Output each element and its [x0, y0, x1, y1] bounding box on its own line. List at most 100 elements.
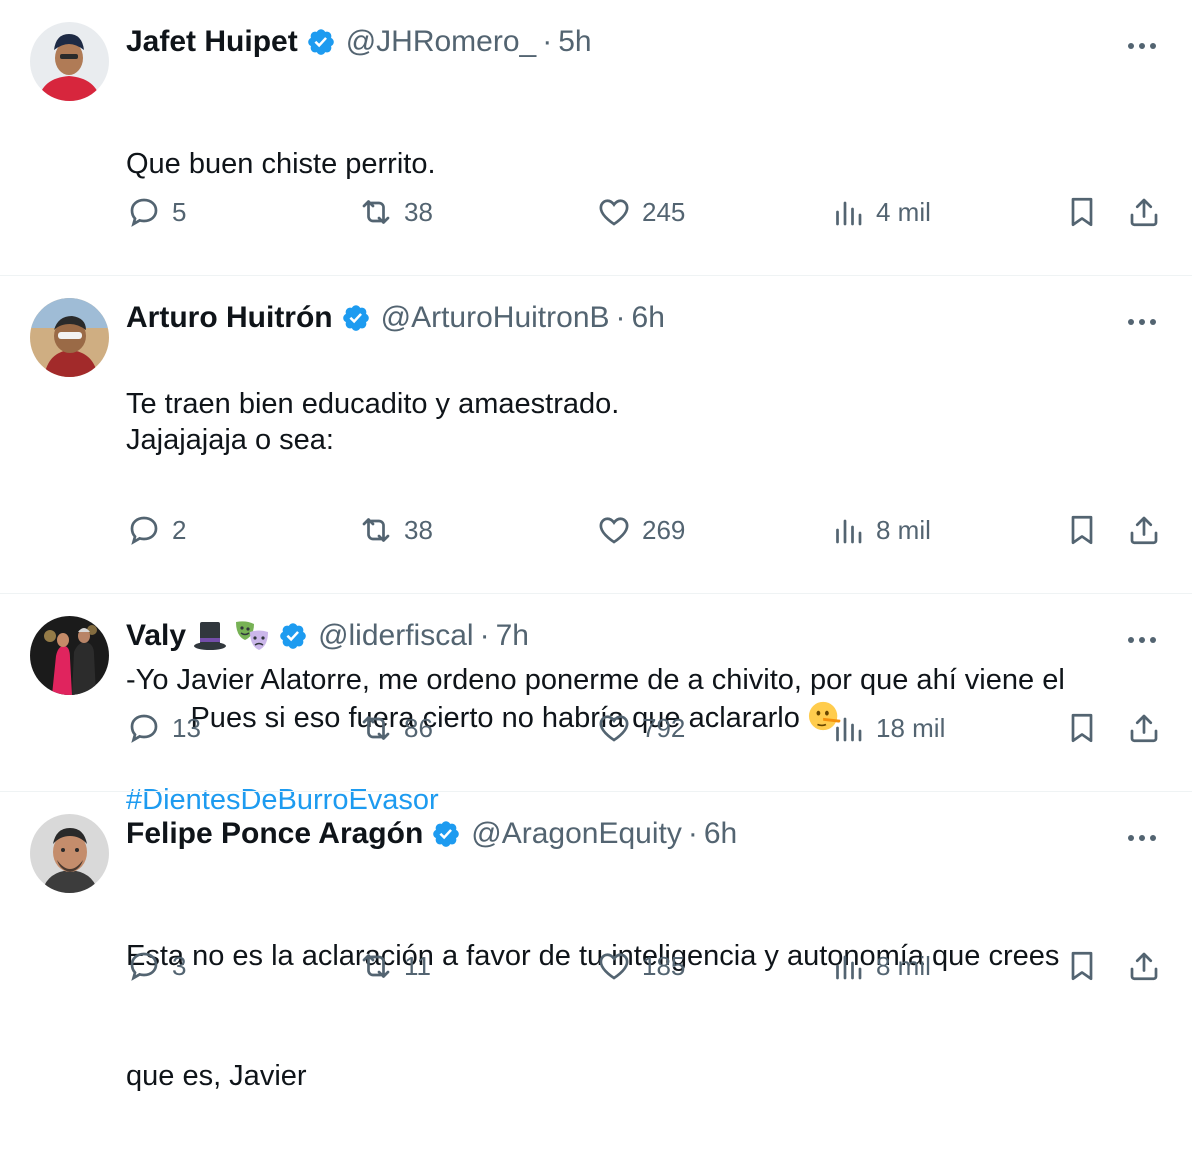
like-icon	[599, 517, 629, 544]
tweet-actions: 3 11 185 8 mil	[126, 946, 1162, 986]
reply-count: 2	[172, 514, 187, 545]
share-button[interactable]	[1126, 710, 1162, 746]
verified-badge-icon	[307, 29, 334, 55]
views-button[interactable]: 8 mil	[830, 512, 931, 548]
views-count: 8 mil	[876, 514, 931, 545]
like-icon	[599, 953, 629, 980]
bookmark-button[interactable]	[1064, 710, 1100, 746]
bookmark-icon	[1071, 951, 1093, 981]
like-icon	[599, 715, 629, 742]
repost-icon	[362, 200, 390, 224]
verified-badge-icon	[433, 821, 460, 847]
author-handle[interactable]: @AragonEquity	[471, 812, 682, 856]
tweet-header: Jafet Huipet @JHRomero_ · 5h	[126, 20, 1162, 64]
separator-dot: ·	[687, 817, 698, 850]
bookmark-button[interactable]	[1064, 512, 1100, 548]
views-count: 4 mil	[876, 196, 931, 227]
views-button[interactable]: 18 mil	[830, 710, 945, 746]
avatar[interactable]	[30, 616, 109, 695]
text-line: Jajajajaja o sea:	[126, 424, 334, 456]
share-icon	[1130, 952, 1158, 981]
reply-button[interactable]: 13	[126, 710, 201, 746]
tweet-header: Felipe Ponce Aragón @AragonEquity · 6h	[126, 812, 1162, 856]
like-count: 245	[642, 196, 686, 227]
reply-feed: Jafet Huipet @JHRomero_ · 5h Que buen ch…	[0, 0, 1192, 1092]
separator-dot: ·	[615, 301, 626, 334]
views-icon	[836, 519, 862, 544]
share-icon	[1130, 516, 1158, 545]
top-hat-emoji	[194, 622, 227, 650]
share-button[interactable]	[1126, 512, 1162, 548]
more-options-icon[interactable]	[1124, 312, 1160, 332]
repost-button[interactable]: 38	[358, 194, 433, 230]
views-button[interactable]: 8 mil	[830, 948, 931, 984]
tweet-header: Arturo Huitrón @ArturoHuitronB · 6h	[126, 296, 1162, 340]
author-name[interactable]: Valy	[126, 614, 186, 658]
bookmark-button[interactable]	[1064, 194, 1100, 230]
tweet-actions: 5 38 245 4 mil	[126, 192, 1162, 232]
reply-button[interactable]: 5	[126, 194, 186, 230]
like-button[interactable]: 245	[596, 194, 685, 230]
repost-button[interactable]: 86	[358, 710, 433, 746]
tweet[interactable]: Felipe Ponce Aragón @AragonEquity · 6h E…	[0, 792, 1192, 1092]
like-button[interactable]: 792	[596, 710, 685, 746]
verified-badge-icon	[280, 623, 306, 649]
tweet[interactable]: Arturo Huitrón @ArturoHuitronB · 6h Jaja…	[0, 276, 1192, 816]
bookmark-button[interactable]	[1064, 948, 1100, 984]
like-button[interactable]: 185	[596, 948, 685, 984]
timestamp[interactable]: 5h	[558, 20, 591, 64]
more-options-icon[interactable]	[1124, 828, 1160, 848]
author-handle[interactable]: @JHRomero_	[346, 20, 537, 64]
views-count: 18 mil	[876, 712, 946, 743]
reply-icon	[130, 516, 158, 545]
share-button[interactable]	[1126, 948, 1162, 984]
like-count: 185	[642, 950, 686, 981]
separator-dot: ·	[542, 25, 553, 58]
verified-badge-icon	[342, 305, 369, 331]
repost-icon	[362, 954, 390, 978]
views-icon	[836, 717, 862, 742]
repost-icon	[362, 716, 390, 740]
like-count: 792	[642, 712, 686, 743]
timestamp[interactable]: 6h	[632, 296, 665, 340]
repost-count: 86	[404, 712, 433, 743]
share-icon	[1130, 198, 1158, 227]
performing-arts-emoji	[236, 621, 269, 650]
reply-button[interactable]: 2	[126, 512, 186, 548]
repost-button[interactable]: 38	[358, 512, 433, 548]
views-count: 8 mil	[876, 950, 931, 981]
repost-count: 38	[404, 196, 433, 227]
tweet[interactable]: Jafet Huipet @JHRomero_ · 5h Que buen ch…	[0, 0, 1192, 420]
timestamp[interactable]: 7h	[496, 614, 529, 658]
reply-button[interactable]: 3	[126, 948, 186, 984]
repost-icon	[362, 518, 390, 542]
author-name[interactable]: Jafet Huipet	[126, 20, 298, 64]
views-icon	[836, 955, 862, 980]
bookmark-icon	[1071, 515, 1093, 545]
author-name[interactable]: Felipe Ponce Aragón	[126, 812, 423, 856]
tweet-actions: 13 86 792 18 mil	[126, 708, 1162, 748]
share-button[interactable]	[1126, 194, 1162, 230]
repost-count: 38	[404, 514, 433, 545]
tweet[interactable]: Valy @liderfiscal · 7h Pues si eso fuera…	[0, 594, 1192, 792]
reply-count: 5	[172, 196, 187, 227]
avatar[interactable]	[30, 814, 109, 893]
avatar[interactable]	[30, 298, 109, 377]
author-name[interactable]: Arturo Huitrón	[126, 296, 333, 340]
like-count: 269	[642, 514, 686, 545]
text-line: Que buen chiste perrito.	[126, 148, 436, 180]
reply-icon	[130, 952, 158, 981]
separator-dot: ·	[479, 619, 490, 652]
repost-count: 11	[404, 950, 431, 981]
reply-count: 13	[172, 712, 201, 743]
author-handle[interactable]: @ArturoHuitronB	[381, 296, 610, 340]
author-handle[interactable]: @liderfiscal	[318, 614, 474, 658]
more-options-icon[interactable]	[1124, 630, 1160, 650]
more-options-icon[interactable]	[1124, 36, 1160, 56]
views-button[interactable]: 4 mil	[830, 194, 931, 230]
repost-button[interactable]: 11	[358, 948, 431, 984]
timestamp[interactable]: 6h	[704, 812, 737, 856]
tweet-text: Esta no es la aclaración a favor de tu i…	[126, 856, 1162, 1176]
avatar[interactable]	[30, 22, 109, 101]
like-button[interactable]: 269	[596, 512, 685, 548]
